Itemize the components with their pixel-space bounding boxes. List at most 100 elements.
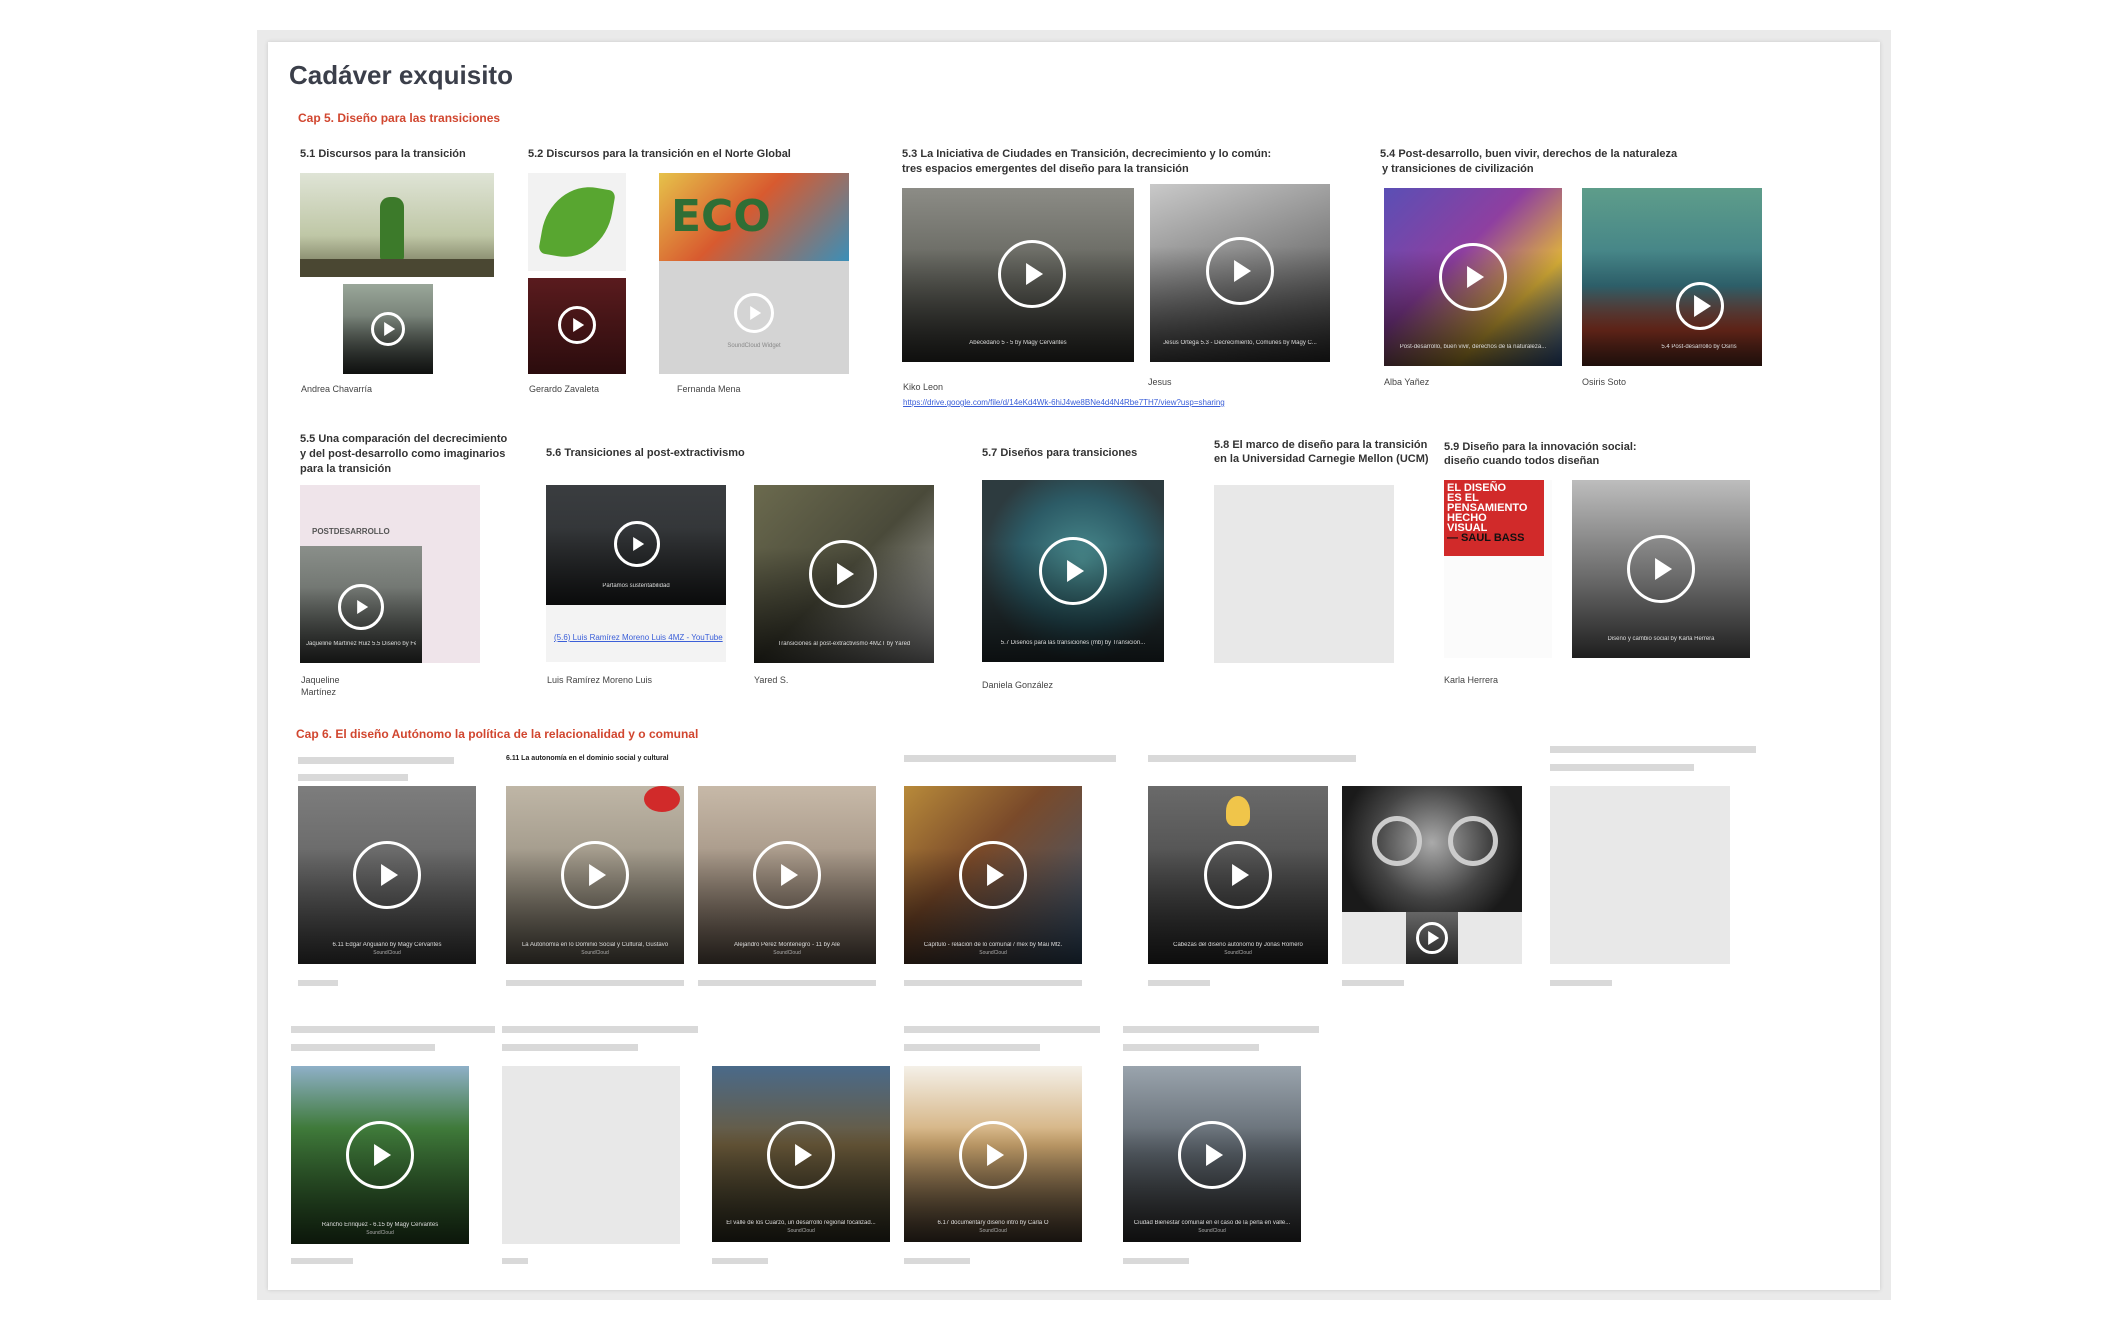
chapter-6-heading: Cap 6. El diseño Autónomo la política de…: [296, 727, 699, 741]
author-5-3-a: Kiko Leon: [903, 382, 944, 392]
video-6-i[interactable]: 6.17 documentary diseño intro by Carla O…: [904, 1066, 1082, 1242]
image-eco-not-ego[interactable]: ECO: [659, 173, 849, 261]
play-icon[interactable]: [1039, 537, 1107, 605]
placeholder-bar: [904, 755, 1116, 762]
placeholder-bar: [1123, 1026, 1319, 1033]
placeholder-bar: [1148, 755, 1356, 762]
drive-link[interactable]: https://drive.google.com/file/d/14eKd4Wk…: [903, 398, 1225, 407]
video-source: SoundCloud: [581, 950, 609, 956]
play-icon[interactable]: [959, 1121, 1027, 1189]
video-5-2-a[interactable]: [528, 278, 626, 374]
play-icon[interactable]: [1676, 282, 1724, 330]
play-icon[interactable]: [1416, 922, 1448, 954]
play-icon[interactable]: [371, 312, 405, 346]
placeholder-bar: [506, 980, 684, 986]
video-6-j[interactable]: Ciudad Bienestar comunal en el caso de l…: [1123, 1066, 1301, 1242]
video-source: SoundCloud: [773, 950, 801, 956]
video-caption: Transiciones al post-extractivismo 4MZT …: [777, 641, 911, 647]
play-icon[interactable]: [338, 584, 384, 630]
section-5-8-title-2: en la Universidad Carnegie Mellon (UCM): [1214, 453, 1429, 465]
video-5-3-a[interactable]: Abecedario 5 - 5 by Magy Cervantes: [902, 188, 1134, 362]
leaf-shape: [538, 179, 616, 265]
placeholder: [1550, 786, 1730, 964]
author-5-6-a: Luis Ramírez Moreno Luis: [547, 675, 653, 685]
ground-shape: [300, 259, 494, 277]
placeholder-bar: [904, 1258, 970, 1264]
placeholder-bar: [502, 1026, 698, 1033]
play-icon[interactable]: [998, 240, 1066, 308]
image-book-quote[interactable]: EL DISEÑO ES EL PENSAMIENTO HECHO VISUAL…: [1444, 480, 1552, 658]
section-5-3-title-1: 5.3 La Iniciativa de Ciudades en Transic…: [902, 148, 1272, 160]
play-icon[interactable]: [353, 841, 421, 909]
video-6-a[interactable]: 6.11 Edgar Anguiano by Magy Cervantes So…: [298, 786, 476, 964]
video-6-e[interactable]: Cabezas del diseño autónomo by Jonás Rom…: [1148, 786, 1328, 964]
image-phoropter[interactable]: [1342, 786, 1522, 912]
subsection-6-11: 6.11 La autonomía en el dominio social y…: [506, 755, 669, 762]
play-icon[interactable]: [753, 841, 821, 909]
author-5-1: Andrea Chavarría: [301, 384, 373, 394]
image-leaf[interactable]: [528, 173, 626, 271]
soundcloud-widget[interactable]: SoundCloud Widget: [659, 261, 849, 374]
video-6-g[interactable]: Rancho Enriquez - 6.15 by Magy Cervantes…: [291, 1066, 469, 1244]
play-icon[interactable]: [959, 841, 1027, 909]
video-caption: Diseño y cambio social by Karla Herrera: [1607, 636, 1715, 642]
placeholder: [502, 1066, 680, 1244]
video-6-h[interactable]: El valle de los Cuarzo, un desarrollo re…: [712, 1066, 890, 1242]
placeholder-bar: [298, 980, 338, 986]
youtube-link[interactable]: (5.6) Luis Ramírez Moreno Luis 4MZ - You…: [554, 633, 723, 642]
video-5-7[interactable]: 5.7 Diseños para las transiciones (mb) b…: [982, 480, 1164, 662]
play-icon[interactable]: [734, 293, 774, 333]
video-caption: Alejandro Pérez Montenegro - 11 by Ale: [734, 942, 840, 948]
video-6-d[interactable]: Capítulo - relación de lo comunal / mex …: [904, 786, 1082, 964]
section-5-9-title-2: diseño cuando todos diseñan: [1444, 455, 1600, 467]
placeholder-bar: [712, 1258, 768, 1264]
video-5-3-b[interactable]: Jesús Ortega 5.3 - Decrecimiento, Comune…: [1150, 184, 1330, 362]
video-6-b[interactable]: La Autonomía en lo Dominio Social y Cult…: [506, 786, 684, 964]
author-5-6-b: Yared S.: [754, 675, 789, 685]
video-source: SoundCloud: [1198, 1228, 1226, 1234]
section-5-9-title-1: 5.9 Diseño para la innovación social:: [1444, 441, 1637, 453]
play-icon[interactable]: [346, 1121, 414, 1189]
video-caption: 6.11 Edgar Anguiano by Magy Cervantes: [332, 942, 442, 948]
placeholder-bar: [1550, 764, 1694, 771]
placeholder-bar: [1550, 980, 1612, 986]
play-icon[interactable]: [1178, 1121, 1246, 1189]
section-5-2-title: 5.2 Discursos para la transición en el N…: [528, 148, 791, 160]
play-icon[interactable]: [614, 521, 660, 567]
video-source: SoundCloud: [373, 950, 401, 956]
video-source: SoundCloud: [787, 1228, 815, 1234]
image-wind-turbines[interactable]: [300, 173, 494, 277]
placeholder-bar: [904, 1044, 1040, 1051]
book-line: — SAUL BASS: [1447, 532, 1525, 544]
section-5-3-title-2: tres espacios emergentes del diseño para…: [902, 163, 1189, 175]
play-icon[interactable]: [1206, 237, 1274, 305]
video-5-4-b[interactable]: 5.4 Post-desarrollo by Osiris: [1582, 188, 1762, 366]
play-icon[interactable]: [1627, 535, 1695, 603]
play-icon[interactable]: [1204, 841, 1272, 909]
placeholder-bar: [698, 980, 876, 986]
section-5-6-title: 5.6 Transiciones al post-extractivismo: [546, 447, 745, 459]
video-5-9[interactable]: Diseño y cambio social by Karla Herrera: [1572, 480, 1750, 658]
video-6-f[interactable]: [1406, 912, 1458, 964]
video-5-1[interactable]: [343, 284, 433, 374]
author-5-2-b: Fernanda Mena: [677, 384, 741, 394]
play-icon[interactable]: [1439, 243, 1507, 311]
video-5-4-a[interactable]: Post-desarrollo, buen vivir, derechos de…: [1384, 188, 1562, 366]
video-5-5[interactable]: Jaqueline Martínez Ruiz 5.5 Diseño by Fe…: [300, 546, 422, 663]
placeholder-bar: [1148, 980, 1210, 986]
video-5-6-b[interactable]: Transiciones al post-extractivismo 4MZT …: [754, 485, 934, 663]
video-5-6-a[interactable]: Partamos sustentabilidad: [546, 485, 726, 605]
video-caption: Post-desarrollo, buen vivir, derechos de…: [1399, 344, 1547, 350]
section-5-4-title-2: y transiciones de civilización: [1382, 163, 1534, 175]
placeholder-bar: [1123, 1258, 1189, 1264]
play-icon[interactable]: [767, 1121, 835, 1189]
video-caption: Ciudad Bienestar comunal en el caso de l…: [1133, 1220, 1291, 1226]
play-icon[interactable]: [558, 306, 596, 344]
author-5-5-line-2: Martínez: [301, 687, 337, 697]
author-5-2-a: Gerardo Zavaleta: [529, 384, 600, 394]
section-5-7-title: 5.7 Diseños para transiciones: [982, 447, 1138, 459]
play-icon[interactable]: [561, 841, 629, 909]
chapter-5-heading: Cap 5. Diseño para las transiciones: [298, 111, 501, 125]
video-6-c[interactable]: Alejandro Pérez Montenegro - 11 by Ale S…: [698, 786, 876, 964]
play-icon[interactable]: [809, 540, 877, 608]
